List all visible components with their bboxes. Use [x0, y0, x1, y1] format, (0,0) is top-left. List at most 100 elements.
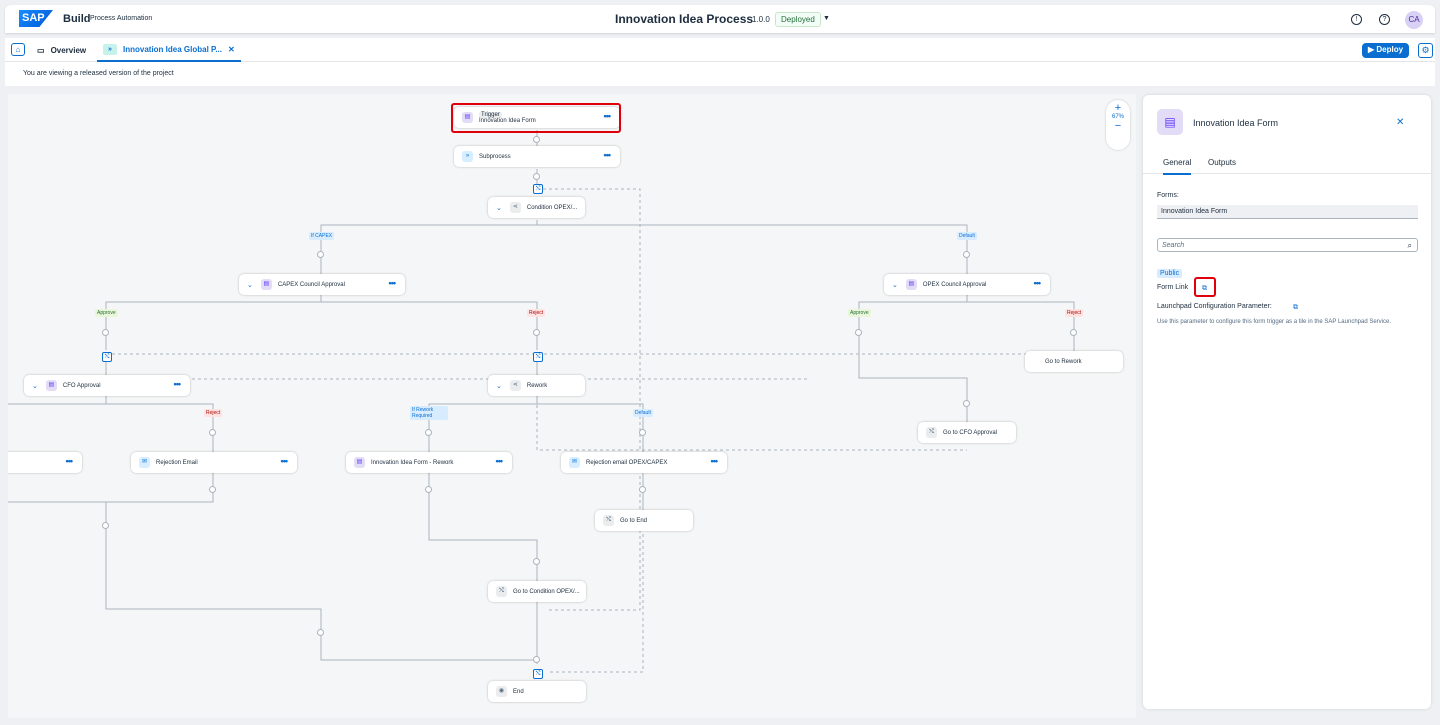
home-icon[interactable]: ⌂: [11, 43, 25, 56]
add-step-icon[interactable]: [963, 400, 970, 407]
tab-outputs[interactable]: Outputs: [1208, 158, 1236, 167]
gateway-icon[interactable]: ⤭: [102, 352, 112, 362]
more-icon[interactable]: •••: [711, 456, 719, 466]
idea-rework-node[interactable]: ▤ Innovation Idea Form - Rework •••: [346, 452, 512, 473]
status-badge: Deployed: [775, 12, 821, 27]
close-icon[interactable]: ✕: [1396, 117, 1404, 128]
add-step-icon[interactable]: [533, 173, 540, 180]
add-step-icon[interactable]: [639, 486, 646, 493]
zoom-out-icon[interactable]: −: [1106, 120, 1130, 132]
more-icon[interactable]: •••: [1034, 278, 1042, 288]
copy-icon[interactable]: ⧉: [1290, 302, 1301, 313]
chevron-down-icon[interactable]: ⌄: [247, 281, 253, 289]
rejection-opex-node[interactable]: ✉ Rejection email OPEX/CAPEX •••: [561, 452, 727, 473]
go-to-rework-label: Go to Rework: [1045, 358, 1082, 365]
brand-subtitle: Process Automation: [90, 15, 153, 22]
add-step-icon[interactable]: [855, 329, 862, 336]
add-step-icon[interactable]: [102, 329, 109, 336]
capex-approval-node[interactable]: ⌄ ▤ CAPEX Council Approval •••: [239, 274, 405, 295]
close-icon[interactable]: ✕: [228, 45, 235, 54]
add-step-icon[interactable]: [533, 329, 540, 336]
go-to-rework-node[interactable]: Go to Rework: [1025, 351, 1123, 372]
add-step-icon[interactable]: [533, 558, 540, 565]
condition-node[interactable]: ⌄ ⋖ Condition OPEX/...: [488, 197, 585, 218]
info-text: You are viewing a released version of th…: [23, 70, 174, 77]
tab-general[interactable]: General: [1163, 158, 1192, 175]
go-to-cfo-label: Go to CFO Approval: [943, 429, 998, 436]
tag-approve: Approve: [95, 309, 118, 317]
forms-label: Forms:: [1157, 192, 1179, 199]
cfo-approval-node[interactable]: ⌄ ▤ CFO Approval •••: [24, 375, 190, 396]
add-step-icon[interactable]: [425, 486, 432, 493]
more-icon[interactable]: •••: [66, 456, 74, 466]
more-icon[interactable]: •••: [496, 456, 504, 466]
rejection-opex-label: Rejection email OPEX/CAPEX: [586, 459, 668, 466]
zoom-in-icon[interactable]: +: [1106, 102, 1130, 114]
tab-process-label: Innovation Idea Global P...: [123, 44, 222, 54]
gateway-icon[interactable]: ⤭: [533, 184, 543, 194]
gateway-icon[interactable]: ⤭: [533, 669, 543, 679]
add-step-icon[interactable]: [1070, 329, 1077, 336]
highlight-box: [451, 103, 621, 133]
deploy-label: Deploy: [1376, 45, 1404, 54]
subprocess-node[interactable]: » Subprocess •••: [454, 146, 620, 167]
panel-tabs: General Outputs: [1143, 150, 1431, 175]
chevron-down-icon[interactable]: ⌄: [32, 382, 38, 390]
go-to-end-node[interactable]: ⤭ Go to End: [595, 510, 693, 531]
add-step-icon[interactable]: [102, 522, 109, 529]
search-icon[interactable]: ⌕: [1408, 241, 1412, 251]
add-step-icon[interactable]: [317, 629, 324, 636]
rejection-email-node[interactable]: ✉ Rejection Email •••: [131, 452, 297, 473]
subprocess-icon: »: [462, 151, 473, 162]
folder-icon: ▭: [37, 45, 45, 55]
settings-icon[interactable]: ⚙: [1418, 43, 1433, 58]
goto-icon: ⤭: [603, 515, 614, 526]
notifications-icon[interactable]: !: [1351, 14, 1362, 25]
chevron-down-icon[interactable]: ⌄: [892, 281, 898, 289]
launchpad-description: Use this parameter to configure this for…: [1157, 319, 1392, 325]
opex-approval-node[interactable]: ⌄ ▤ OPEX Council Approval •••: [884, 274, 1050, 295]
tag-reject: Reject: [527, 309, 546, 317]
go-to-condition-node[interactable]: ⤭ Go to Condition OPEX/...: [488, 581, 586, 602]
add-step-icon[interactable]: [209, 486, 216, 493]
go-to-cfo-node[interactable]: ⤭ Go to CFO Approval: [918, 422, 1016, 443]
chevron-down-icon[interactable]: ⌄: [496, 382, 502, 390]
add-step-icon[interactable]: [963, 251, 970, 258]
add-step-icon[interactable]: [533, 136, 540, 143]
tab-process[interactable]: » Innovation Idea Global P... ✕: [97, 38, 241, 62]
help-icon[interactable]: ?: [1379, 14, 1390, 25]
gateway-icon[interactable]: ⤭: [533, 352, 543, 362]
condition-label: Condition OPEX/...: [526, 204, 578, 211]
avatar[interactable]: CA: [1405, 11, 1423, 29]
search-placeholder: Search: [1162, 242, 1185, 249]
add-step-icon[interactable]: [209, 429, 216, 436]
search-input[interactable]: Search ⌕: [1157, 238, 1418, 252]
version-label: 1.0.0: [752, 15, 770, 24]
add-step-icon[interactable]: [425, 429, 432, 436]
condition-icon: ⋖: [509, 202, 521, 213]
tab-overview[interactable]: ▭ Overview: [37, 38, 86, 62]
more-icon[interactable]: •••: [174, 379, 182, 389]
form-icon: ▤: [354, 457, 365, 468]
chevron-down-icon[interactable]: ⌄: [496, 204, 502, 212]
tag-approve: Approve: [848, 309, 871, 317]
rejection-email-label: Rejection Email: [156, 459, 198, 466]
form-icon: ▤: [905, 279, 917, 290]
chevron-down-icon[interactable]: ▼: [823, 15, 830, 22]
public-badge: Public: [1157, 269, 1183, 278]
end-node[interactable]: ◉ End: [488, 681, 586, 702]
form-link-label: Form Link: [1157, 284, 1189, 291]
shell-bar: SAP Build Process Automation Innovation …: [5, 5, 1435, 33]
add-step-icon[interactable]: [639, 429, 646, 436]
highlight-box: [1194, 277, 1216, 297]
more-icon[interactable]: •••: [389, 278, 397, 288]
rework-node[interactable]: ⌄ ⋖ Rework: [488, 375, 585, 396]
add-step-icon[interactable]: [317, 251, 324, 258]
more-icon[interactable]: •••: [281, 456, 289, 466]
go-to-condition-label: Go to Condition OPEX/...: [513, 588, 580, 595]
more-icon[interactable]: •••: [604, 150, 612, 160]
cut-off-node[interactable]: •••: [8, 452, 82, 473]
deploy-button[interactable]: ▶ Deploy: [1362, 43, 1410, 58]
add-step-icon[interactable]: [533, 656, 540, 663]
process-canvas[interactable]: ▤ Trigger Innovation Idea Form ••• » Sub…: [8, 94, 1136, 718]
